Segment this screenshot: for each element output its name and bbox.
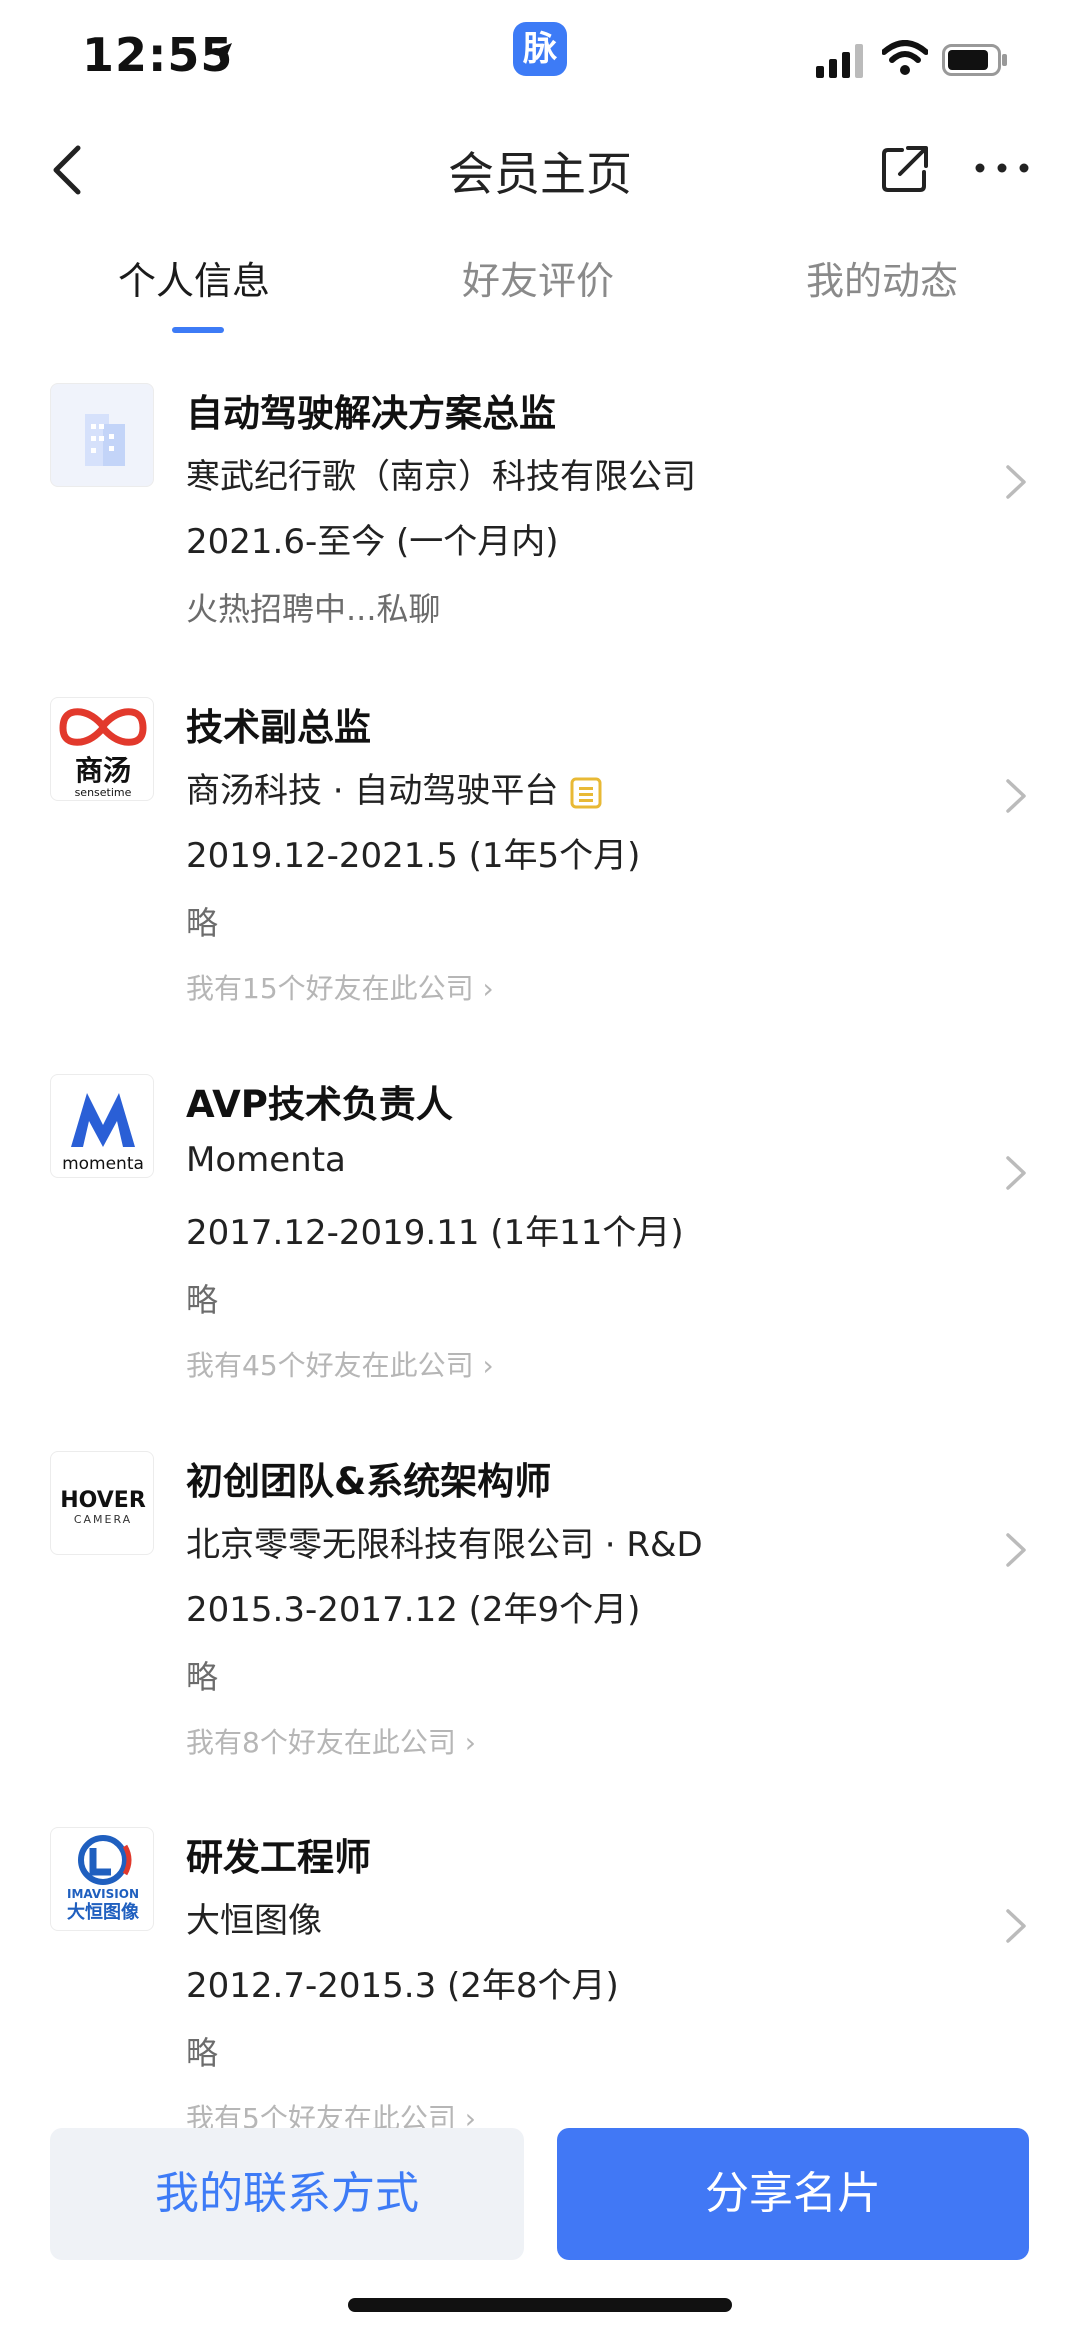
company-name: Momenta [186,1140,346,1180]
job-period: 2017.12-2019.11 (1年11个月) [186,1213,684,1253]
imavision-logo-text: IMAVISION [67,1887,139,1901]
job-item[interactable]: HOVER CAMERA 初创团队&系统架构师 北京零零无限科技有限公司 · R… [0,1451,1080,1771]
sensetime-logo-text: 商汤 [75,754,131,787]
my-contact-button[interactable]: 我的联系方式 [50,2128,524,2260]
job-item[interactable]: 自动驾驶解决方案总监 寒武纪行歌（南京）科技有限公司 2021.6-至今 (一个… [0,383,1080,643]
job-description: 略 [186,904,219,942]
battery-icon [942,44,1007,76]
imavision-logo: IMAVISION 大恒图像 [50,1827,154,1931]
cellular-signal-icon [816,44,863,78]
active-tab-indicator [172,327,224,333]
nav-bar: 会员主页 [0,120,1080,220]
sensetime-logo: 商汤 sensetime [50,697,154,801]
friends-at-company-link[interactable]: 我有15个好友在此公司 › [186,967,494,1007]
job-description: 略 [186,1658,219,1696]
friends-at-company-link[interactable]: 我有8个好友在此公司 › [186,1721,476,1761]
friends-at-company-link[interactable]: 我有45个好友在此公司 › [186,1344,494,1384]
home-indicator [348,2298,732,2312]
job-period: 2015.3-2017.12 (2年9个月) [186,1590,641,1630]
company-name: 商汤科技 · 自动驾驶平台 [186,771,559,811]
status-bar: 12:55 脉 [0,0,1080,120]
tab-my-posts[interactable]: 我的动态 [806,250,958,305]
job-period: 2021.6-至今 (一个月内) [186,522,559,562]
hover-logo-text: HOVER [60,1488,146,1513]
verified-card-icon [570,777,602,808]
chevron-right-icon [1006,1156,1026,1190]
job-title: 自动驾驶解决方案总监 [186,392,556,435]
company-name: 北京零零无限科技有限公司 · R&D [186,1525,703,1565]
job-title: 初创团队&系统架构师 [186,1460,552,1503]
friends-count-text: 我有45个好友在此公司 [186,1349,474,1382]
job-description: 略 [186,1281,219,1319]
momenta-logo: momenta [50,1074,154,1178]
job-item[interactable]: IMAVISION 大恒图像 研发工程师 大恒图像 2012.7-2015.3 … [0,1827,1080,2147]
more-icon[interactable] [972,160,1032,176]
job-item[interactable]: momenta AVP技术负责人 Momenta 2017.12-2019.11… [0,1074,1080,1394]
hover-camera-logo: HOVER CAMERA [50,1451,154,1555]
hover-logo-sub: CAMERA [74,1513,132,1526]
company-name: 寒武纪行歌（南京）科技有限公司 [186,457,696,497]
friends-count-text: 我有8个好友在此公司 [186,1726,456,1759]
company-name: 大恒图像 [186,1901,322,1941]
location-arrow-icon [208,43,232,67]
job-title: AVP技术负责人 [186,1083,453,1126]
app-badge-icon: 脉 [513,22,567,76]
job-period: 2019.12-2021.5 (1年5个月) [186,836,641,876]
momenta-logo-text: momenta [62,1154,144,1174]
job-period: 2012.7-2015.3 (2年8个月) [186,1966,619,2006]
imavision-logo-sub: 大恒图像 [67,1901,140,1923]
chevron-right-icon [1006,1533,1026,1567]
chevron-right-icon [1006,779,1026,813]
share-card-button[interactable]: 分享名片 [557,2128,1029,2260]
job-title: 研发工程师 [186,1836,371,1879]
share-icon[interactable] [880,142,930,194]
job-title: 技术副总监 [186,706,371,749]
job-description: 火热招聘中...私聊 [186,590,441,628]
company-line: 商汤科技 · 自动驾驶平台 [186,763,602,812]
job-description: 略 [186,2034,219,2072]
tab-bar: 个人信息 好友评价 我的动态 [0,240,1080,340]
chevron-right-icon [1006,465,1026,499]
chevron-right-icon [1006,1909,1026,1943]
building-icon [50,383,154,487]
job-item[interactable]: 商汤 sensetime 技术副总监 商汤科技 · 自动驾驶平台 2019.12… [0,697,1080,1017]
tab-friend-reviews[interactable]: 好友评价 [462,250,614,305]
friends-count-text: 我有15个好友在此公司 [186,972,474,1005]
wifi-icon [882,40,928,75]
sensetime-logo-sub: sensetime [75,786,132,799]
tab-personal-info[interactable]: 个人信息 [118,250,270,305]
